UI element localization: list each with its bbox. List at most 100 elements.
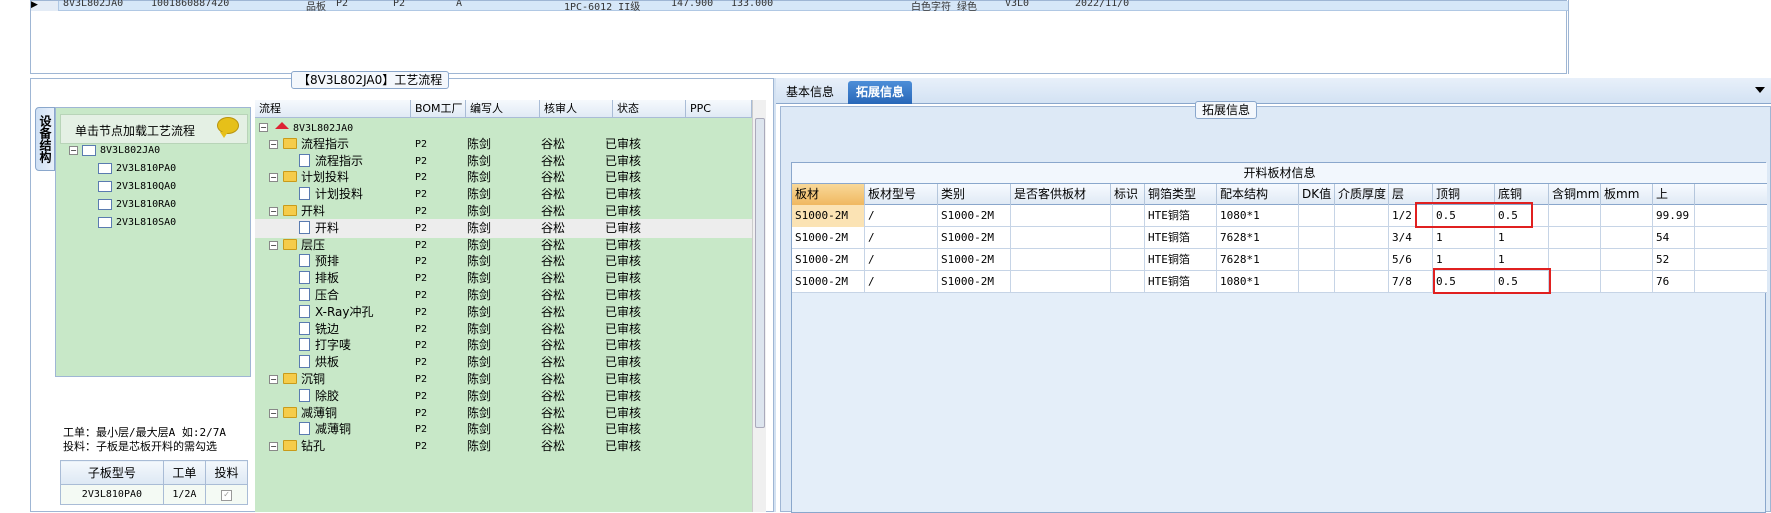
table-cell[interactable]: 1080*1: [1217, 205, 1299, 227]
table-cell[interactable]: [1549, 227, 1601, 249]
column-header[interactable]: 状态: [613, 100, 686, 118]
flow-row[interactable]: − 钻孔 P2 陈剑 谷松 已审核: [255, 437, 752, 456]
table-cell[interactable]: [1601, 227, 1653, 249]
column-header[interactable]: 标识: [1111, 184, 1145, 205]
collapse-icon[interactable]: −: [269, 375, 278, 384]
column-header[interactable]: 是否客供板材: [1011, 184, 1111, 205]
table-cell[interactable]: HTE铜箔: [1145, 249, 1217, 271]
table-cell[interactable]: S1000-2M: [792, 227, 865, 249]
table-cell[interactable]: S1000-2M: [938, 205, 1011, 227]
table-row[interactable]: S1000-2M / S1000-2M HTE铜箔 7628*1 3/4 1 1 54: [792, 227, 1767, 249]
table-cell[interactable]: 52: [1653, 249, 1695, 271]
column-header[interactable]: 核审人: [540, 100, 613, 118]
table-cell[interactable]: [1335, 205, 1389, 227]
table-cell[interactable]: [1111, 205, 1145, 227]
feed-checkbox[interactable]: ✓: [220, 489, 232, 501]
column-header[interactable]: 板材: [792, 184, 865, 205]
collapse-icon[interactable]: −: [269, 139, 278, 149]
table-cell[interactable]: S1000-2M: [938, 271, 1011, 293]
top-grid-row[interactable]: ▶ 8V3L802JA0 1001860887420 品板 P2 P2 A 1P…: [31, 0, 1568, 13]
tree-node-root[interactable]: 8V3L802JA0: [82, 143, 160, 159]
column-header[interactable]: 投料: [204, 460, 249, 485]
table-cell[interactable]: [1335, 227, 1389, 249]
table-cell[interactable]: HTE铜箔: [1145, 271, 1217, 293]
column-header[interactable]: 含铜mm: [1549, 184, 1601, 205]
table-cell[interactable]: [1299, 205, 1335, 227]
tree-node[interactable]: 2V3L810SA0: [98, 215, 176, 231]
table-cell[interactable]: [1011, 227, 1111, 249]
table-cell[interactable]: 1: [1495, 227, 1549, 249]
collapse-icon[interactable]: −: [269, 173, 278, 183]
table-cell[interactable]: [1601, 205, 1653, 227]
table-cell[interactable]: [1601, 249, 1653, 271]
column-header[interactable]: 板材型号: [865, 184, 938, 205]
table-cell[interactable]: [1011, 249, 1111, 271]
table-row[interactable]: S1000-2M / S1000-2M HTE铜箔 1080*1 7/8 0.5 0.5 76: [792, 271, 1767, 293]
table-cell[interactable]: [1601, 271, 1653, 293]
table-cell[interactable]: [1111, 249, 1145, 271]
table-cell[interactable]: HTE铜箔: [1145, 205, 1217, 227]
table-cell[interactable]: 5/6: [1389, 249, 1433, 271]
column-header[interactable]: 介质厚度: [1335, 184, 1389, 205]
table-cell[interactable]: S1000-2M: [792, 249, 865, 271]
table-cell[interactable]: 7/8: [1389, 271, 1433, 293]
collapse-icon[interactable]: −: [269, 408, 278, 418]
table-cell[interactable]: HTE铜箔: [1145, 227, 1217, 249]
column-header[interactable]: DK值: [1299, 184, 1335, 205]
table-cell[interactable]: [1335, 249, 1389, 271]
table-cell[interactable]: 54: [1653, 227, 1695, 249]
table-cell[interactable]: S1000-2M: [792, 205, 865, 227]
column-header[interactable]: 编写人: [466, 100, 540, 118]
table-cell[interactable]: S1000-2M: [792, 271, 865, 293]
column-header[interactable]: PPC: [686, 100, 752, 118]
collapse-icon[interactable]: −: [259, 123, 268, 132]
column-header[interactable]: 上: [1653, 184, 1695, 205]
table-cell[interactable]: S1000-2M: [938, 227, 1011, 249]
table-cell[interactable]: [1011, 271, 1111, 293]
table-cell[interactable]: [1299, 227, 1335, 249]
scroll-thumb[interactable]: [755, 118, 765, 428]
vertical-tab-structure[interactable]: 设备结构: [35, 107, 55, 171]
table-row[interactable]: 2V3L810PA0 1/2A ✓: [60, 484, 249, 505]
collapse-icon[interactable]: −: [269, 442, 278, 452]
flow-scrollbar[interactable]: [752, 100, 766, 512]
speech-bubble-icon[interactable]: [217, 117, 239, 138]
tree-node[interactable]: 2V3L810QA0: [98, 179, 176, 195]
table-row[interactable]: S1000-2M / S1000-2M HTE铜箔 7628*1 5/6 1 1 52: [792, 249, 1767, 271]
table-row[interactable]: S1000-2M / S1000-2M HTE铜箔 1080*1 1/2 0.5 0.5 99.…: [792, 205, 1767, 227]
tab-basic-info[interactable]: 基本信息: [778, 81, 842, 104]
tree-node[interactable]: 2V3L810PA0: [98, 161, 176, 177]
dropdown-arrow-icon[interactable]: [1755, 87, 1765, 93]
table-cell[interactable]: [1549, 249, 1601, 271]
column-header[interactable]: 板mm: [1601, 184, 1653, 205]
tree-node[interactable]: 2V3L810RA0: [98, 197, 176, 213]
table-cell[interactable]: /: [865, 249, 938, 271]
table-cell[interactable]: [1549, 205, 1601, 227]
column-header[interactable]: 铜箔类型: [1145, 184, 1217, 205]
collapse-icon[interactable]: −: [269, 240, 278, 250]
table-cell[interactable]: [1111, 227, 1145, 249]
table-cell[interactable]: 1080*1: [1217, 271, 1299, 293]
column-header[interactable]: BOM工厂: [411, 100, 466, 118]
table-cell[interactable]: [1011, 205, 1111, 227]
table-cell[interactable]: /: [865, 205, 938, 227]
collapse-icon[interactable]: −: [69, 146, 78, 155]
column-header[interactable]: 子板型号: [60, 460, 164, 485]
collapse-icon[interactable]: −: [269, 207, 278, 216]
table-cell[interactable]: /: [865, 227, 938, 249]
table-cell[interactable]: 1: [1433, 227, 1495, 249]
table-cell[interactable]: [1549, 271, 1601, 293]
table-cell[interactable]: [1111, 271, 1145, 293]
table-cell[interactable]: [1299, 249, 1335, 271]
table-cell[interactable]: 7628*1: [1217, 249, 1299, 271]
table-cell[interactable]: S1000-2M: [938, 249, 1011, 271]
table-cell[interactable]: 99.99: [1653, 205, 1695, 227]
table-cell[interactable]: 3/4: [1389, 227, 1433, 249]
table-cell[interactable]: [1335, 271, 1389, 293]
column-header[interactable]: 配本结构: [1217, 184, 1299, 205]
column-header[interactable]: 流程: [255, 100, 411, 118]
table-cell[interactable]: /: [865, 271, 938, 293]
table-cell[interactable]: 7628*1: [1217, 227, 1299, 249]
table-cell[interactable]: 76: [1653, 271, 1695, 293]
tab-extended-info[interactable]: 拓展信息: [848, 81, 913, 104]
